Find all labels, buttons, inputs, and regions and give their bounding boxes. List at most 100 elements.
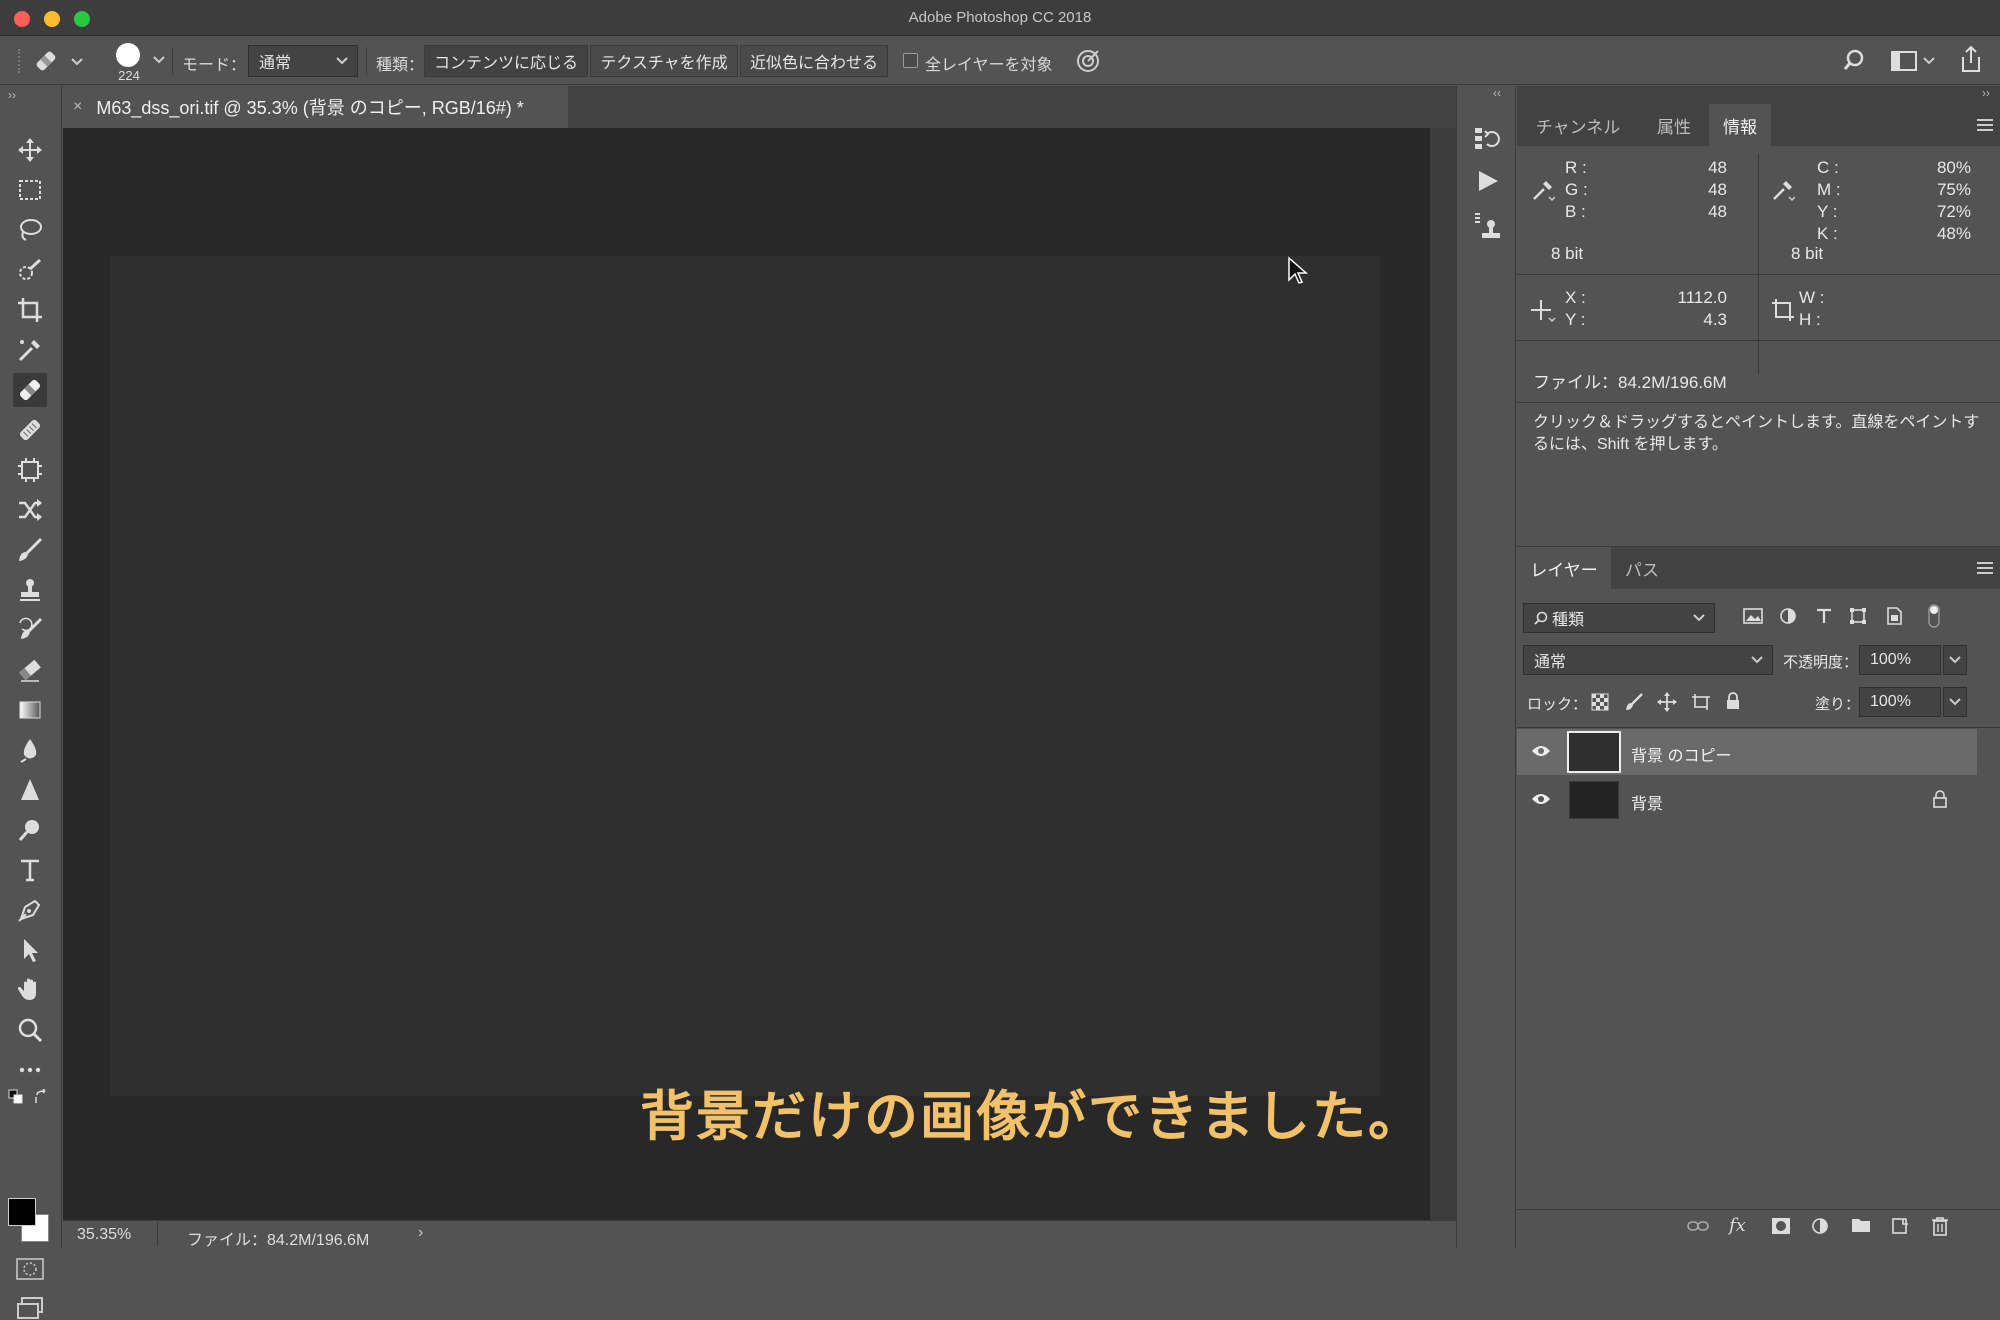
screen-mode-icon[interactable]	[16, 1296, 44, 1320]
dodge-tool-icon[interactable]	[13, 813, 47, 847]
eye-visibility-icon[interactable]	[1531, 743, 1551, 759]
brush-size-picker[interactable]: 224	[114, 41, 144, 83]
vertical-scrollbar[interactable]	[1430, 128, 1456, 1220]
actions-play-icon[interactable]	[1475, 168, 1501, 194]
new-adjustment-layer-icon[interactable]	[1811, 1217, 1829, 1235]
workspace-icon[interactable]	[1890, 49, 1938, 73]
tab-info[interactable]: 情報	[1709, 104, 1771, 146]
brush-tip-icon	[116, 43, 140, 67]
mode-label: モード：	[182, 57, 247, 74]
options-grip[interactable]	[18, 49, 22, 73]
spot-healing-brush-tool-icon[interactable]	[13, 373, 47, 407]
tool-presets-icon[interactable]	[1473, 212, 1501, 242]
blur-tool-icon[interactable]	[13, 733, 47, 767]
layer-style-fx-icon[interactable]: fx	[1729, 1215, 1746, 1236]
create-texture-button[interactable]: テクスチャを作成	[590, 45, 738, 77]
lock-position-icon[interactable]	[1657, 692, 1677, 712]
chevron-down-icon[interactable]	[152, 54, 166, 66]
document-tab[interactable]: × M63_dss_ori.tif @ 35.3% (背景 のコピー, RGB/…	[63, 86, 568, 128]
opacity-label: 不透明度：	[1783, 654, 1859, 671]
w-label: W :	[1799, 288, 1825, 307]
lock-icon	[1933, 790, 1947, 808]
zoom-level[interactable]: 35.35%	[77, 1226, 131, 1244]
filter-toggle-switch[interactable]	[1927, 603, 1941, 629]
quick-selection-tool-icon[interactable]	[13, 253, 47, 287]
type-tool-icon[interactable]	[13, 853, 47, 887]
eyedropper-tool-icon[interactable]	[13, 333, 47, 367]
lock-transparent-pixels-icon[interactable]	[1591, 693, 1609, 711]
eye-visibility-icon[interactable]	[1531, 791, 1551, 807]
tab-properties[interactable]: 属性	[1639, 104, 1709, 146]
eraser-tool-icon[interactable]	[13, 653, 47, 687]
link-layers-icon[interactable]	[1687, 1219, 1709, 1233]
mode-select[interactable]: 通常	[248, 45, 358, 77]
marquee-tool-icon[interactable]	[13, 173, 47, 207]
tab-channels[interactable]: チャンネル	[1517, 104, 1639, 146]
fill-slider-toggle[interactable]	[1943, 687, 1967, 717]
opacity-slider-toggle[interactable]	[1943, 645, 1967, 675]
swap-colors-icon[interactable]	[34, 1089, 50, 1105]
gradient-tool-icon[interactable]	[13, 693, 47, 727]
brush-tool-icon[interactable]	[13, 533, 47, 567]
opacity-value: 100%	[1870, 651, 1911, 668]
status-menu-arrow-icon[interactable]: ›	[418, 1224, 423, 1242]
sharpen-tool-icon[interactable]	[13, 773, 47, 807]
pen-tool-icon[interactable]	[13, 893, 47, 927]
shape-layer-filter-icon[interactable]	[1849, 607, 1867, 625]
new-layer-icon[interactable]	[1891, 1217, 1909, 1235]
hand-tool-icon[interactable]	[13, 973, 47, 1007]
collapse-panels-icon[interactable]: ‹‹	[1493, 86, 1501, 100]
expand-toolbar-icon[interactable]: ››	[8, 88, 16, 102]
layer-thumbnail	[1567, 731, 1621, 773]
layer-filter-select[interactable]: 種類	[1523, 603, 1715, 633]
crop-tool-icon[interactable]	[13, 293, 47, 327]
lock-all-icon[interactable]	[1725, 692, 1741, 710]
cmyk-eyedropper-icon[interactable]	[1771, 178, 1795, 202]
search-icon[interactable]	[1844, 48, 1870, 74]
opacity-field[interactable]: 100%	[1859, 645, 1941, 675]
content-aware-button[interactable]: コンテンツに応じる	[424, 45, 588, 77]
new-group-folder-icon[interactable]	[1851, 1217, 1871, 1233]
layer-row[interactable]: 背景 のコピー	[1517, 729, 1977, 775]
lasso-tool-icon[interactable]	[13, 213, 47, 247]
pixel-layer-filter-icon[interactable]	[1743, 607, 1763, 625]
layer-row[interactable]: 背景	[1517, 777, 1977, 823]
content-aware-move-tool-icon[interactable]	[13, 493, 47, 527]
m-value: 75%	[1936, 180, 1971, 199]
panel-menu-icon[interactable]	[1976, 561, 1994, 575]
share-icon[interactable]	[1958, 45, 1984, 75]
history-panel-icon[interactable]	[1473, 124, 1501, 152]
document-image[interactable]	[110, 256, 1380, 1096]
add-mask-icon[interactable]	[1771, 1217, 1791, 1235]
smart-object-filter-icon[interactable]	[1885, 607, 1903, 625]
lock-artboard-icon[interactable]	[1691, 693, 1711, 711]
tab-paths[interactable]: パス	[1611, 547, 1673, 589]
blend-mode-select[interactable]: 通常	[1523, 645, 1773, 675]
adjustment-layer-filter-icon[interactable]	[1779, 607, 1797, 625]
patch-tool-icon[interactable]	[13, 453, 47, 487]
path-selection-tool-icon[interactable]	[13, 933, 47, 967]
foreground-color-swatch[interactable]	[8, 1198, 36, 1226]
panel-menu-icon[interactable]	[1976, 118, 1994, 132]
tab-layers[interactable]: レイヤー	[1517, 547, 1611, 589]
more-tools-icon[interactable]	[13, 1053, 47, 1087]
close-tab-icon[interactable]: ×	[73, 98, 82, 116]
fill-field[interactable]: 100%	[1859, 687, 1941, 717]
spot-healing-preset-icon[interactable]	[32, 47, 88, 75]
pressure-icon[interactable]	[1074, 47, 1102, 75]
expand-dock-icon[interactable]: ››	[1982, 86, 1990, 100]
sample-all-layers-checkbox[interactable]	[903, 53, 918, 68]
move-tool-icon[interactable]	[13, 133, 47, 167]
lock-image-pixels-icon[interactable]	[1625, 693, 1643, 711]
healing-brush-tool-icon[interactable]	[13, 413, 47, 447]
history-brush-tool-icon[interactable]	[13, 613, 47, 647]
default-colors-icon[interactable]	[8, 1089, 24, 1105]
quick-mask-icon[interactable]	[16, 1258, 44, 1280]
zoom-tool-icon[interactable]	[13, 1013, 47, 1047]
proximity-match-button[interactable]: 近似色に合わせる	[740, 45, 888, 77]
sample-all-layers-label: 全レイヤーを対象	[925, 57, 1053, 74]
clone-stamp-tool-icon[interactable]	[13, 573, 47, 607]
type-layer-filter-icon[interactable]	[1815, 607, 1833, 625]
rgb-eyedropper-icon[interactable]	[1531, 178, 1555, 202]
delete-layer-trash-icon[interactable]	[1931, 1216, 1949, 1236]
